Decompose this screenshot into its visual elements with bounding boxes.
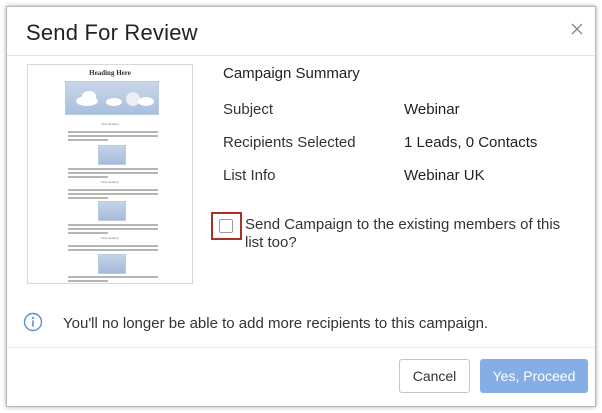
preview-subheading-2: Sub Heading xyxy=(101,180,119,184)
dialog-title: Send For Review xyxy=(26,20,198,45)
info-message: You'll no longer be able to add more rec… xyxy=(63,315,489,332)
subject-label: Subject xyxy=(223,101,274,118)
recipients-selected-value: 1 Leads, 0 Contacts xyxy=(404,134,538,151)
send-existing-members-checkbox[interactable] xyxy=(219,219,233,233)
preview-subheading-3: Sub Heading xyxy=(101,236,119,240)
preview-image-3 xyxy=(98,254,126,274)
recipients-selected-label: Recipients Selected xyxy=(223,134,356,151)
preview-image-1 xyxy=(98,145,126,165)
yes-proceed-button[interactable]: Yes, Proceed xyxy=(480,359,588,393)
list-info-value: Webinar UK xyxy=(404,167,485,184)
preview-image-2 xyxy=(98,201,126,221)
info-icon xyxy=(23,312,43,332)
preview-heading: Heading Here xyxy=(89,69,131,77)
subject-value: Webinar xyxy=(404,101,460,118)
header-divider xyxy=(7,55,595,56)
send-existing-members-label[interactable]: Send Campaign to the existing members of… xyxy=(245,216,575,252)
cancel-button[interactable]: Cancel xyxy=(399,359,470,393)
footer-divider xyxy=(7,347,595,348)
email-preview-thumbnail: Heading Here Sub Heading Sub Heading Sub… xyxy=(27,64,193,284)
send-existing-members-checkbox-highlight[interactable] xyxy=(211,212,242,240)
send-for-review-dialog: Send For Review Heading Here Sub Heading… xyxy=(6,6,596,407)
close-icon[interactable] xyxy=(569,21,585,37)
preview-banner-image xyxy=(65,81,159,115)
list-info-label: List Info xyxy=(223,167,276,184)
preview-subheading-1: Sub Heading xyxy=(101,122,119,126)
campaign-summary-title: Campaign Summary xyxy=(223,65,360,82)
